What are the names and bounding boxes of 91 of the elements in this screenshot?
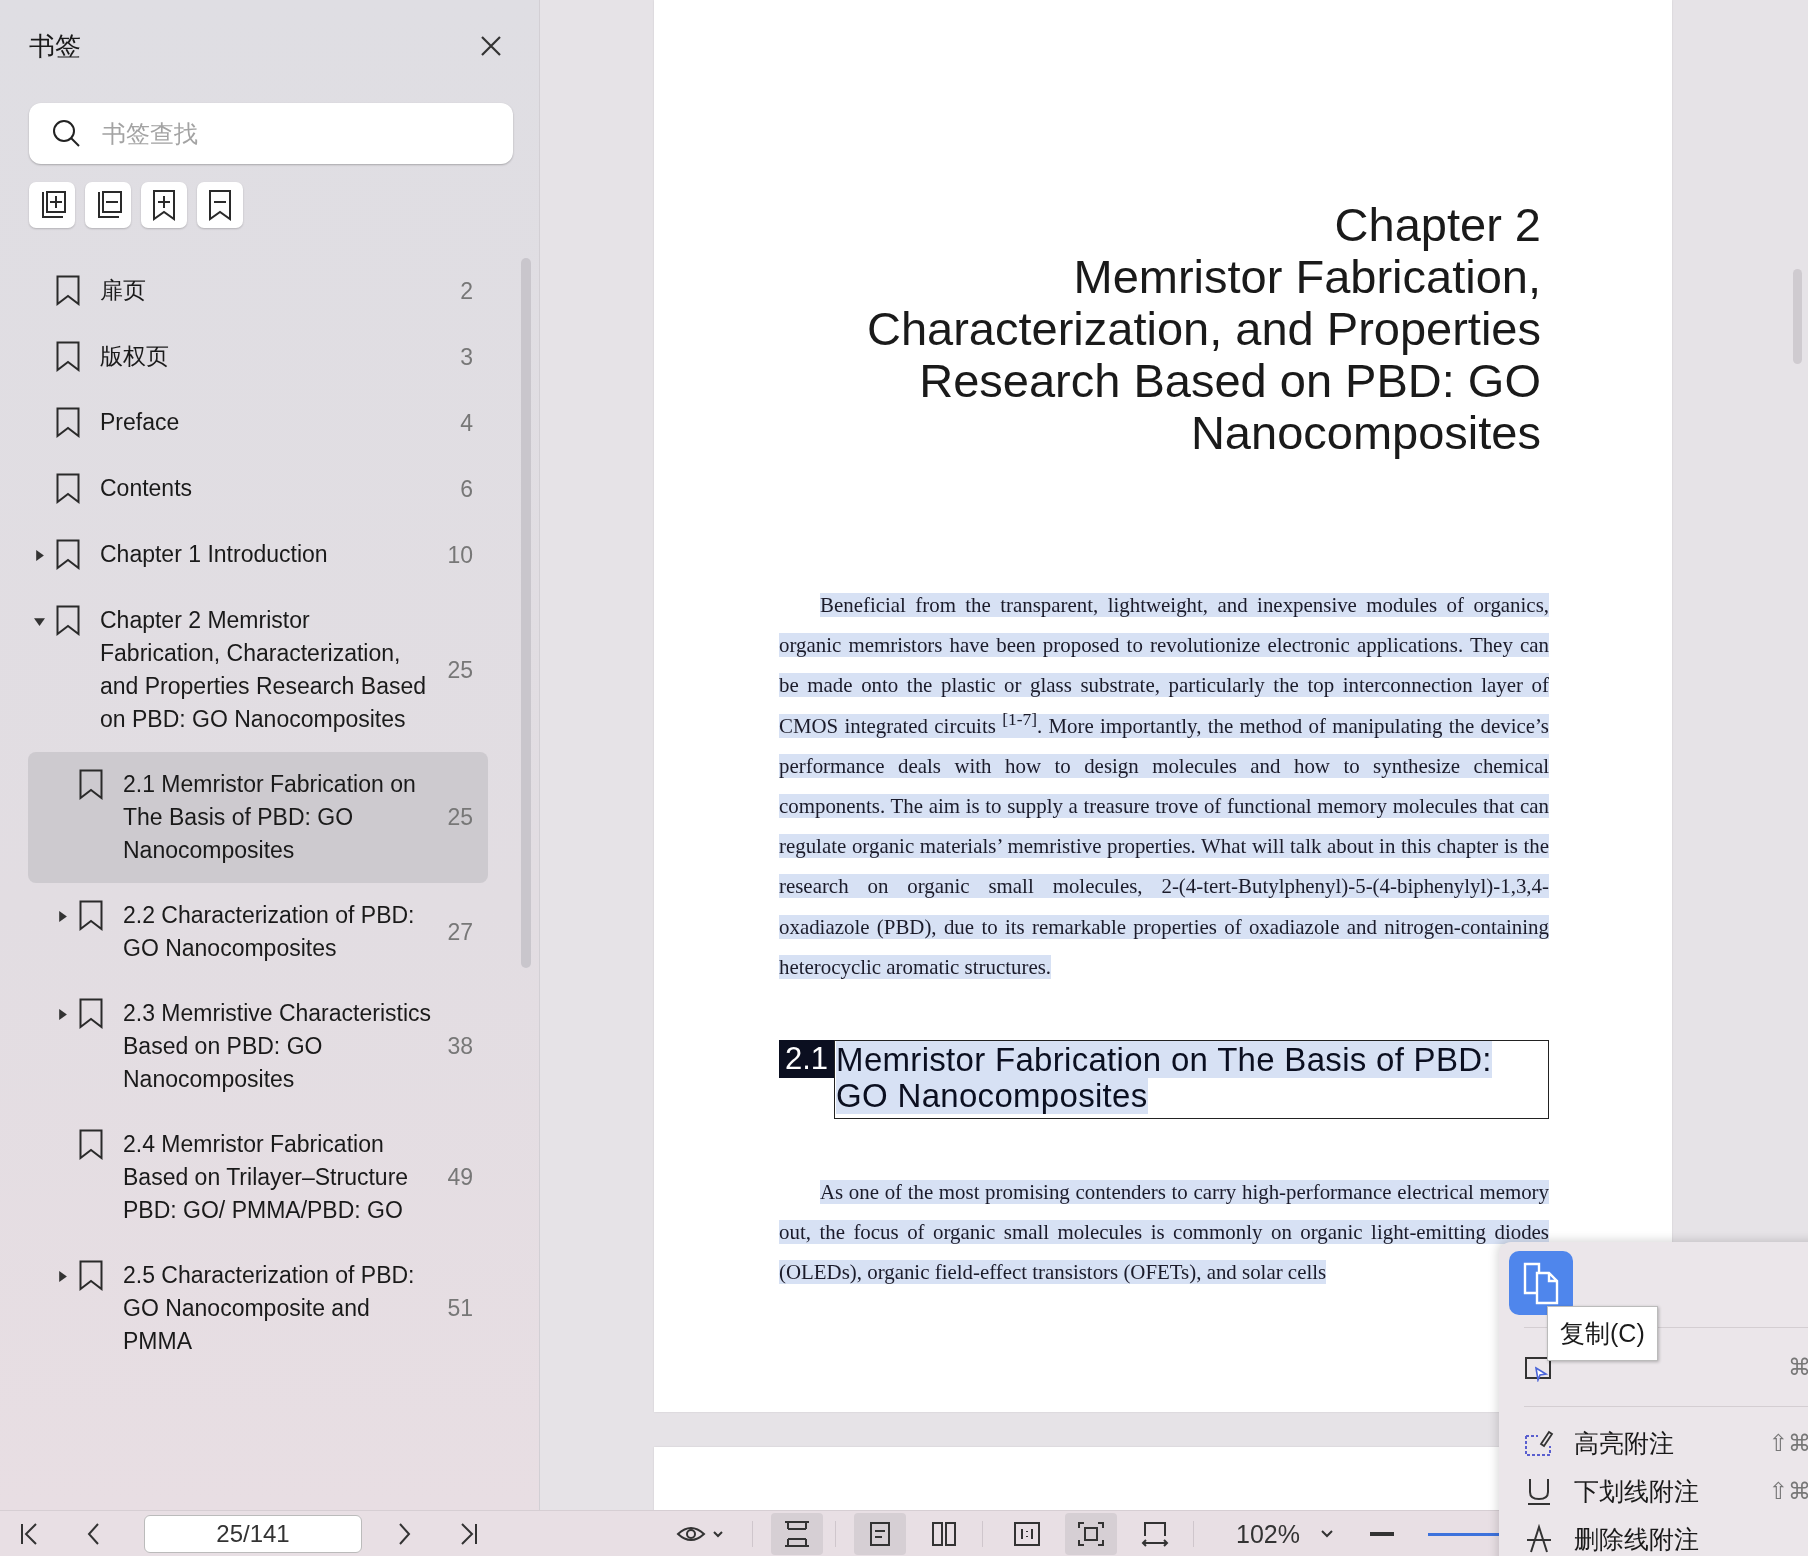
expand-arrow-icon[interactable]: [33, 549, 45, 561]
page-layout-icon: [1140, 1520, 1170, 1548]
bookmark-item[interactable]: 2.2 Characterization of PBD: GO Nanocomposites 27: [28, 883, 488, 981]
bookmark-icon: [79, 998, 103, 1029]
menu-item[interactable]: 下划线附注 ⇧⌘: [1509, 1467, 1808, 1515]
bookmark-item[interactable]: Chapter 2 Memristor Fabrication, Characterization, and Properties Research Based on PBD: GO Nanocomposites 25: [28, 588, 488, 752]
page-number: 4: [460, 408, 473, 438]
page-layout-button[interactable]: [854, 1513, 906, 1555]
bookmark-icon: [56, 605, 80, 636]
bookmark-title: 版权页: [100, 342, 170, 371]
body-paragraph: Beneficial from the transparent, lightweight, and inexpensive modules of organics, organic memristors have been proposed to revolutionize electronic applications. They can be made onto the plastic or glass substrate, particularly the top interconnection layer of CMOS integrated circuits $^{[1-7]}$. More importantly, the method of manipulating the device’s performance deals with how to design molecules and how to synthesize chemical components. The aim is to supply a treasure trove of functional memory molecules that can regulate organic materials’ memristive properties. What will talk about in this chapter is the research on organic small molecules, 2-(4-tert-Butylphenyl)-5-(4-biphenylyl)-1,3,4-oxadiazole (PBD), due to its remarkable properties of oxadiazole and nitrogen-containing heterocyclic aromatic structures.: [779, 592, 1549, 981]
bookmark-title: 2.1 Memristor Fabrication on The Basis of PBD: GO Nanocomposites: [123, 770, 417, 865]
page-number: 25: [447, 803, 473, 832]
bookmark-title: 扉页: [100, 276, 147, 305]
menu-item[interactable]: 高亮附注 ⇧⌘: [1509, 1419, 1808, 1467]
bookmark-title: Preface: [100, 408, 181, 437]
bookmark-icon: [56, 539, 80, 570]
add-bookmark-button[interactable]: [141, 182, 187, 228]
scrollbar[interactable]: [521, 258, 531, 968]
page-number: 2: [460, 276, 473, 306]
bookmark-item[interactable]: 版权页 3: [28, 324, 488, 390]
bookmark-title: 2.4 Memristor Fabrication Based on Trilayer–Structure PBD: GO/ PMMA/PBD: GO: [123, 1130, 410, 1225]
bookmark-title: Contents: [100, 474, 194, 503]
bookmark-title: 2.2 Characterization of PBD: GO Nanocomposites: [123, 901, 416, 963]
bookmark-item[interactable]: Chapter 1 Introduction 10: [28, 522, 488, 588]
bookmark-title: 2.3 Memristive Characteristics Based on PBD: GO Nanocomposites: [123, 999, 433, 1094]
page-layout-icon: [1076, 1520, 1106, 1548]
collapse-all-button[interactable]: [85, 182, 131, 228]
scrollbar[interactable]: [1793, 269, 1802, 364]
section-number: 2.1: [779, 1040, 835, 1079]
bookmark-title: Chapter 2 Memristor Fabrication, Characterization, and Properties Research Based on PBD: GO Nanocomposites: [100, 606, 428, 734]
copy-button[interactable]: [1509, 1251, 1573, 1315]
bookmark-title: Chapter 1 Introduction: [100, 540, 329, 569]
page-number: 38: [447, 1032, 473, 1061]
close-icon[interactable]: [480, 35, 502, 57]
minus-icon: [1368, 1531, 1395, 1537]
page-number: 27: [447, 917, 473, 947]
bookmark-item[interactable]: 扉页 2: [28, 258, 488, 324]
bookmark-item[interactable]: 2.3 Memristive Characteristics Based on PBD: GO Nanocomposites 38: [28, 981, 488, 1112]
expand-arrow-icon[interactable]: [56, 910, 68, 922]
section-heading: Memristor Fabrication on The Basis of PBD: GO Nanocomposites: [834, 1040, 1549, 1120]
collapse-arrow-icon[interactable]: [33, 615, 45, 627]
bookmark-icon: [79, 769, 103, 800]
tooltip: 复制(C): [1547, 1306, 1658, 1361]
bookmark-item[interactable]: 2.5 Characterization of PBD: GO Nanocomposite and PMMA 51: [28, 1243, 488, 1374]
body-paragraph: As one of the most promising contenders to carry high-performance electrical memory out, the focus of organic small molecules is commonly on organic light-emitting diodes (OLEDs), organic field-effect transistors (OFETs), and solar cells: [779, 1179, 1549, 1287]
expand-all-button[interactable]: [29, 182, 75, 228]
bookmark-icon: [56, 341, 80, 372]
page-number: 10: [447, 540, 473, 570]
bookmark-item[interactable]: 2.1 Memristor Fabrication on The Basis of PBD: GO Nanocomposites 25: [28, 752, 488, 883]
chapter-title: Memristor Fabrication,: [1072, 251, 1541, 303]
page-number: 3: [460, 342, 473, 372]
page-layout-button[interactable]: [1065, 1513, 1117, 1555]
chapter-title: Chapter 2: [1333, 199, 1541, 251]
bookmark-icon: [79, 900, 103, 931]
caret-icon[interactable]: [1319, 1529, 1334, 1539]
menu-item-icon: [1524, 1524, 1554, 1554]
bookmark-icon: [79, 1260, 103, 1291]
page-number: 6: [460, 474, 473, 504]
shortcut-text: ⇧⌘: [1768, 1429, 1808, 1457]
shortcut-text: ⇧⌘: [1768, 1477, 1808, 1505]
expand-arrow-icon[interactable]: [56, 1270, 68, 1282]
panel-title: 书签: [29, 29, 81, 63]
page-layout-icon: [929, 1520, 959, 1548]
bookmark-item[interactable]: Preface 4: [28, 390, 488, 456]
search-icon: [51, 118, 81, 148]
bookmark-item[interactable]: 2.4 Memristor Fabrication Based on Trilayer–Structure PBD: GO/ PMMA/PBD: GO 49: [28, 1112, 488, 1243]
page-number-field[interactable]: 25/141: [144, 1515, 362, 1553]
bookmark-icon: [56, 407, 80, 438]
shortcut-text: ⌘: [1788, 1353, 1808, 1381]
chapter-title: Nanocomposites: [1189, 407, 1541, 459]
page-number: 49: [447, 1163, 473, 1192]
search-field[interactable]: 书签查找: [29, 103, 513, 164]
page-number: 51: [447, 1294, 473, 1323]
remove-bookmark-button[interactable]: [197, 182, 243, 228]
bookmark-icon: [56, 275, 80, 306]
copy-icon: [1521, 1261, 1561, 1305]
bookmark-icon: [79, 1129, 103, 1160]
expand-arrow-icon[interactable]: [56, 1008, 68, 1020]
bookmark-icon: [56, 473, 80, 504]
menu-item[interactable]: 删除线附注: [1509, 1515, 1808, 1556]
bookmark-title: 2.5 Characterization of PBD: GO Nanocomposite and PMMA: [123, 1261, 416, 1356]
page-layout-icon: [782, 1520, 812, 1548]
menu-item-icon: [1524, 1428, 1554, 1458]
page-number: 25: [447, 655, 473, 685]
zoom-value[interactable]: 102%: [1236, 1519, 1300, 1549]
page-layout-icon: [1012, 1520, 1042, 1548]
page-layout-button[interactable]: [771, 1513, 823, 1555]
chapter-title: Characterization, and Properties: [865, 303, 1541, 355]
chapter-title: Research Based on PBD: GO: [918, 355, 1541, 407]
bookmark-item[interactable]: Contents 6: [28, 456, 488, 522]
